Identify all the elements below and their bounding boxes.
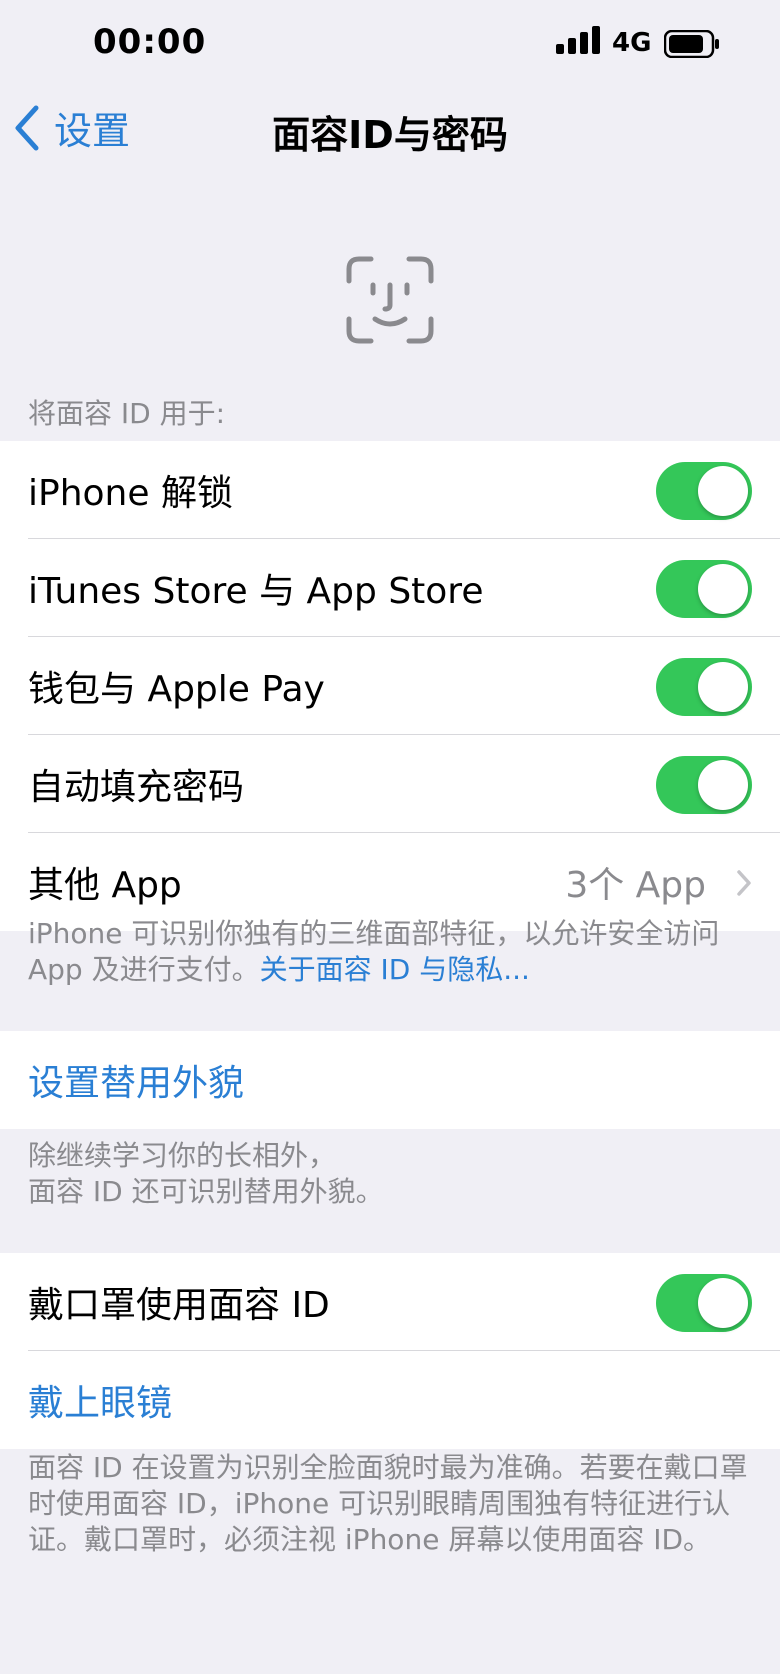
alternate-footer-line2: 面容 ID 还可识别替用外貌。 xyxy=(28,1175,384,1208)
use-for-header: 将面容 ID 用于: xyxy=(28,397,226,430)
face-id-with-mask-toggle[interactable] xyxy=(656,1274,752,1332)
battery-icon xyxy=(664,30,719,58)
set-up-alternate-appearance-button[interactable]: 设置替用外貌 xyxy=(28,1054,244,1106)
toggle-knob xyxy=(698,466,748,516)
toggle-knob xyxy=(698,1278,748,1328)
mask-group: 戴口罩使用面容 ID 戴上眼镜 xyxy=(0,1253,780,1449)
face-id-privacy-link[interactable]: 关于面容 ID 与隐私... xyxy=(260,953,530,986)
itunes-app-store-toggle[interactable] xyxy=(656,560,752,618)
network-type: 4G xyxy=(612,28,652,58)
cellular-signal-icon xyxy=(556,26,600,54)
status-time: 00:00 xyxy=(93,22,207,62)
face-id-with-mask-label: 戴口罩使用面容 ID xyxy=(28,1285,330,1326)
face-id-with-mask-row: 戴口罩使用面容 ID xyxy=(0,1253,780,1351)
itunes-app-store-label: iTunes Store 与 App Store xyxy=(28,571,484,612)
other-apps-label: 其他 App xyxy=(28,865,182,906)
wallet-apple-pay-row: 钱包与 Apple Pay xyxy=(0,637,780,735)
chevron-right-icon xyxy=(737,870,751,896)
status-bar: 00:00 4G xyxy=(0,0,780,90)
alternate-appearance-group: 设置替用外貌 xyxy=(0,1031,780,1129)
password-autofill-toggle[interactable] xyxy=(656,756,752,814)
alternate-footer-line1: 除继续学习你的长相外， xyxy=(28,1139,337,1172)
face-id-icon xyxy=(346,256,434,344)
toggle-knob xyxy=(698,564,748,614)
alternate-appearance-row[interactable]: 设置替用外貌 xyxy=(0,1031,780,1129)
iphone-unlock-toggle[interactable] xyxy=(656,462,752,520)
toggle-knob xyxy=(698,662,748,712)
add-glasses-button[interactable]: 戴上眼镜 xyxy=(28,1374,172,1426)
mask-footer: 面容 ID 在设置为识别全脸面貌时最为准确。若要在戴口罩时使用面容 ID，iPh… xyxy=(28,1451,748,1556)
use-for-group: iPhone 解锁 iTunes Store 与 App Store 钱包与 A… xyxy=(0,441,780,931)
other-apps-count: 3个 App xyxy=(565,865,706,906)
navigation-bar: 设置 面容ID与密码 xyxy=(0,90,780,170)
password-autofill-label: 自动填充密码 xyxy=(28,767,245,808)
iphone-unlock-label: iPhone 解锁 xyxy=(28,473,233,514)
wallet-apple-pay-label: 钱包与 Apple Pay xyxy=(28,669,325,710)
add-glasses-row[interactable]: 戴上眼镜 xyxy=(0,1351,780,1449)
toggle-knob xyxy=(698,760,748,810)
itunes-app-store-row: iTunes Store 与 App Store xyxy=(0,539,780,637)
alternate-appearance-footer: 除继续学习你的长相外， 面容 ID 还可识别替用外貌。 xyxy=(28,1138,752,1210)
wallet-apple-pay-toggle[interactable] xyxy=(656,658,752,716)
use-for-footer: iPhone 可识别你独有的三维面部特征，以允许安全访问 App 及进行支付。关… xyxy=(28,916,752,988)
iphone-unlock-row: iPhone 解锁 xyxy=(0,441,780,539)
page-title: 面容ID与密码 xyxy=(272,113,508,157)
password-autofill-row: 自动填充密码 xyxy=(0,735,780,833)
